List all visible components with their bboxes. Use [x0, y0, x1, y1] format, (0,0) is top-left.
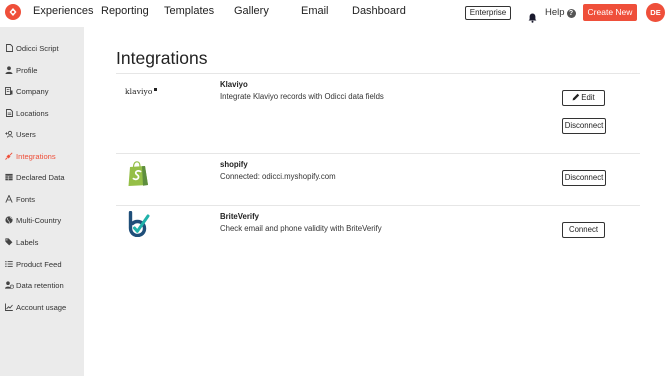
plug-icon [5, 152, 13, 160]
sidebar-item-label: Odicci Script [16, 43, 59, 53]
sidebar-item-integrations[interactable]: Integrations [5, 150, 56, 162]
sidebar-item-label: Account usage [16, 302, 67, 312]
nav-experiences[interactable]: Experiences [33, 5, 94, 17]
integration-description-briteverify: Check email and phone validity with Brit… [220, 224, 382, 233]
disconnect-button-klaviyo[interactable]: Disconnect [562, 118, 606, 134]
sidebar-item-label: Data retention [16, 280, 64, 290]
sidebar-item-fonts[interactable]: Fonts [5, 193, 35, 205]
connect-button-briteverify[interactable]: Connect [562, 222, 605, 238]
odicci-logo-icon[interactable] [5, 4, 21, 20]
question-circle-icon: ? [566, 9, 576, 18]
user-clock-icon [5, 281, 15, 289]
building-icon [5, 87, 13, 95]
sidebar-item-multi-country[interactable]: Multi-Country [5, 214, 61, 226]
shopify-logo-icon [127, 161, 150, 192]
sidebar-item-label: Profile [16, 65, 38, 75]
create-new-button[interactable]: Create New [583, 4, 637, 21]
document-icon [5, 109, 13, 117]
sidebar-item-label: Users [16, 129, 36, 139]
pencil-icon [572, 93, 580, 101]
sidebar-item-data-retention[interactable]: Data retention [5, 279, 64, 291]
sidebar-item-locations[interactable]: Locations [5, 107, 49, 119]
enterprise-badge[interactable]: Enterprise [465, 6, 511, 20]
integration-name-shopify: shopify [220, 160, 248, 169]
table-icon [5, 173, 13, 181]
sidebar-item-product-feed[interactable]: Product Feed [5, 258, 62, 270]
sidebar-item-label: Labels [16, 237, 39, 247]
divider [116, 205, 640, 206]
nav-gallery[interactable]: Gallery [234, 5, 269, 17]
sidebar-item-label: Fonts [16, 194, 35, 204]
globe-icon [5, 216, 13, 224]
integration-name-klaviyo: Klaviyo [220, 80, 248, 89]
klaviyo-logo: klaviyo [125, 87, 157, 96]
sidebar-item-label: Locations [16, 108, 49, 118]
edit-button-label: Edit [581, 93, 595, 102]
file-icon [5, 44, 13, 52]
divider [116, 153, 640, 154]
help-link[interactable]: Help? [545, 7, 576, 18]
briteverify-logo-icon [128, 210, 150, 242]
nav-templates[interactable]: Templates [164, 5, 214, 17]
avatar[interactable]: DE [646, 3, 665, 22]
sidebar-item-label: Multi-Country [16, 215, 62, 225]
integration-name-briteverify: BriteVerify [220, 212, 260, 221]
nav-dashboard[interactable]: Dashboard [352, 5, 406, 17]
user-plus-icon [5, 130, 13, 138]
integration-description-klaviyo: Integrate Klaviyo records with Odicci da… [220, 92, 384, 101]
user-icon [5, 66, 13, 74]
chart-icon [5, 303, 13, 311]
page-title: Integrations [116, 48, 208, 68]
sidebar-item-declared-data[interactable]: Declared Data [5, 171, 65, 183]
sidebar-item-label: Product Feed [16, 259, 62, 269]
help-label: Help [545, 7, 565, 18]
sidebar-item-users[interactable]: Users [5, 128, 36, 140]
sidebar-item-label: Company [16, 86, 49, 96]
list-icon [5, 260, 13, 268]
sidebar-item-odicci-script[interactable]: Odicci Script [5, 42, 59, 54]
sidebar-item-company[interactable]: Company [5, 85, 49, 97]
sidebar-item-profile[interactable]: Profile [5, 64, 38, 76]
edit-button[interactable]: Edit [562, 90, 605, 106]
sidebar-item-label: Declared Data [16, 172, 65, 182]
settings-sidebar: Odicci Script Profile Company Locations … [0, 27, 84, 376]
klaviyo-logo-text: klaviyo [125, 87, 153, 96]
nav-email[interactable]: Email [301, 5, 329, 17]
integration-description-shopify: Connected: odicci.myshopify.com [220, 172, 336, 181]
sidebar-item-label: Integrations [16, 151, 56, 161]
sidebar-item-labels[interactable]: Labels [5, 236, 38, 248]
klaviyo-flag-icon [153, 88, 157, 91]
bell-icon[interactable] [528, 10, 537, 28]
nav-reporting[interactable]: Reporting [101, 5, 149, 17]
disconnect-button-shopify[interactable]: Disconnect [562, 170, 606, 186]
divider [116, 73, 640, 74]
font-icon [5, 194, 13, 203]
top-navigation-bar: Experiences Reporting Templates Gallery … [0, 0, 670, 27]
sidebar-item-account-usage[interactable]: Account usage [5, 301, 66, 313]
tags-icon [5, 238, 13, 246]
